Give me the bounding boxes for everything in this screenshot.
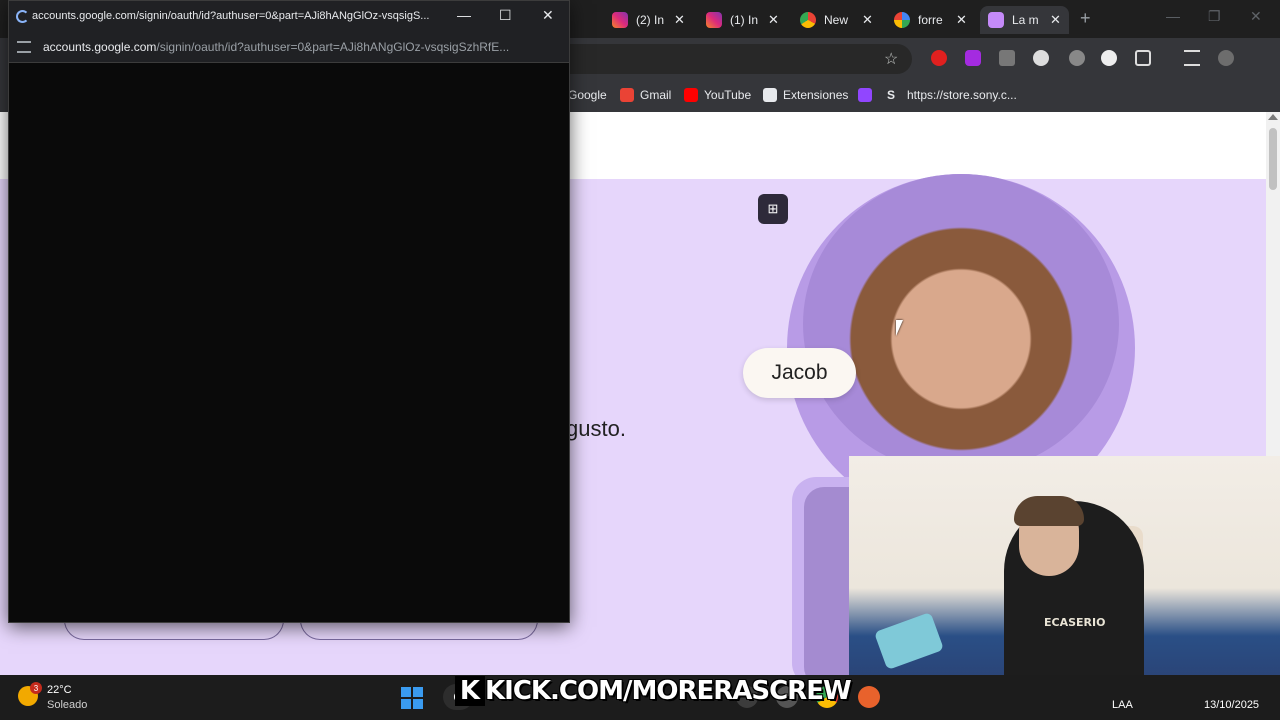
instagram-icon — [612, 12, 628, 28]
popup-maximize-button[interactable]: ☐ — [499, 7, 512, 24]
kick-channel-text: KICK.COM/MORERASCREW — [485, 676, 852, 706]
gmail-icon — [620, 88, 634, 102]
bookmark-google[interactable]: Google — [568, 86, 607, 104]
window-restore-button[interactable]: ❐ — [1208, 8, 1221, 25]
extension-icon[interactable] — [1101, 50, 1117, 66]
url-host: accounts.google.com — [43, 40, 157, 54]
tab-label: (2) In — [636, 13, 664, 27]
new-tab-button[interactable]: + — [1080, 8, 1091, 29]
grid-icon[interactable]: ⊞ — [758, 194, 788, 224]
window-close-button[interactable]: ✕ — [1250, 8, 1262, 25]
page-icon — [988, 12, 1004, 28]
weather-badge: 3 — [30, 682, 42, 694]
tab-instagram-1[interactable]: (1) In ✕ — [706, 6, 779, 34]
profile-avatar[interactable] — [1218, 50, 1234, 66]
bookmark-star-icon[interactable]: ☆ — [884, 49, 898, 69]
bookmark-extensiones[interactable]: Extensiones — [763, 86, 848, 104]
twitch-icon — [858, 88, 872, 102]
extension-icon[interactable] — [1033, 50, 1049, 66]
popup-close-button[interactable]: ✕ — [542, 7, 554, 24]
tab-label: New — [824, 13, 849, 27]
weather-description[interactable]: Soleado — [47, 699, 87, 711]
url-path: /signin/oauth/id?authuser=0&part=AJi8hAN… — [156, 40, 510, 54]
popup-minimize-button[interactable]: — — [457, 7, 471, 23]
google-icon — [894, 12, 910, 28]
sony-icon: S — [887, 88, 896, 102]
tab-label: La m — [1012, 13, 1039, 27]
language-indicator[interactable]: LAA — [1112, 699, 1133, 711]
streamer-hair — [1014, 496, 1084, 526]
app-icon[interactable] — [858, 686, 880, 708]
windows-start-icon[interactable] — [401, 687, 423, 709]
bookmark-label: Google — [568, 88, 607, 102]
bookmark-youtube[interactable]: YouTube — [684, 86, 751, 104]
tab-label: (1) In — [730, 13, 758, 27]
puzzle-icon[interactable] — [1135, 50, 1151, 66]
tab-instagram-2[interactable]: (2) In ✕ — [612, 6, 685, 34]
media-icon[interactable] — [1184, 50, 1200, 66]
bookmark-label: https://store.sony.c... — [907, 88, 1017, 102]
popup-url-bar: accounts.google.com/signin/oauth/id?auth… — [9, 33, 569, 63]
oauth-popup-window: accounts.google.com/signin/oauth/id?auth… — [8, 0, 570, 623]
popup-url: accounts.google.com/signin/oauth/id?auth… — [43, 40, 563, 54]
instagram-icon — [706, 12, 722, 28]
kick-logo: K — [455, 676, 485, 706]
mouse-cursor-icon — [896, 320, 903, 336]
close-icon[interactable]: ✕ — [862, 12, 873, 28]
loading-spinner-icon — [16, 10, 29, 23]
page-tagline: gusto. — [566, 416, 626, 441]
youtube-icon — [684, 88, 698, 102]
window-minimize-button[interactable]: — — [1166, 8, 1180, 24]
popup-titlebar: accounts.google.com/signin/oauth/id?auth… — [9, 1, 569, 33]
chrome-icon — [800, 12, 816, 28]
puzzle-icon — [763, 88, 777, 102]
popup-title: accounts.google.com/signin/oauth/id?auth… — [32, 10, 430, 22]
clock-date[interactable]: 13/10/2025 — [1204, 699, 1259, 711]
scroll-up-arrow[interactable] — [1268, 114, 1278, 120]
close-icon[interactable]: ✕ — [674, 12, 685, 28]
pillow — [873, 611, 945, 671]
weather-temperature[interactable]: 22°C — [47, 684, 72, 696]
scrollbar-thumb[interactable] — [1269, 128, 1277, 190]
bookmark-sony-store[interactable]: S https://store.sony.c... — [887, 86, 1017, 104]
extension-icon[interactable] — [965, 50, 981, 66]
tab-active-page[interactable]: La m ✕ — [980, 6, 1069, 34]
profile-photo — [803, 174, 1119, 474]
kick-stream-banner: K KICK.COM/MORERASCREW — [455, 674, 852, 708]
webcam-overlay: ECASERIO — [849, 456, 1280, 696]
tab-google-search[interactable]: forre ✕ — [894, 6, 967, 34]
bookmark-label: YouTube — [704, 88, 752, 102]
close-icon[interactable]: ✕ — [956, 12, 967, 28]
address-bar[interactable] — [570, 44, 912, 74]
extension-icon[interactable] — [931, 50, 947, 66]
close-icon[interactable]: ✕ — [1050, 12, 1061, 28]
desktop-screen: (2) In ✕ (1) In ✕ New ✕ forre ✕ La m ✕ +… — [0, 0, 1280, 720]
name-chip: Jacob — [743, 348, 856, 398]
extension-icon[interactable] — [1069, 50, 1085, 66]
bookmark-label: Extensiones — [783, 88, 849, 102]
bookmark-label: Gmail — [640, 88, 672, 102]
bookmark-gmail[interactable]: Gmail — [620, 86, 671, 104]
tab-new[interactable]: New ✕ — [800, 6, 873, 34]
site-settings-icon[interactable] — [17, 41, 31, 53]
tab-label: forre — [918, 13, 943, 27]
close-icon[interactable]: ✕ — [768, 12, 779, 28]
shirt-text: ECASERIO — [1044, 616, 1106, 629]
bookmark-twitch[interactable] — [858, 86, 878, 104]
extension-icon[interactable] — [999, 50, 1015, 66]
